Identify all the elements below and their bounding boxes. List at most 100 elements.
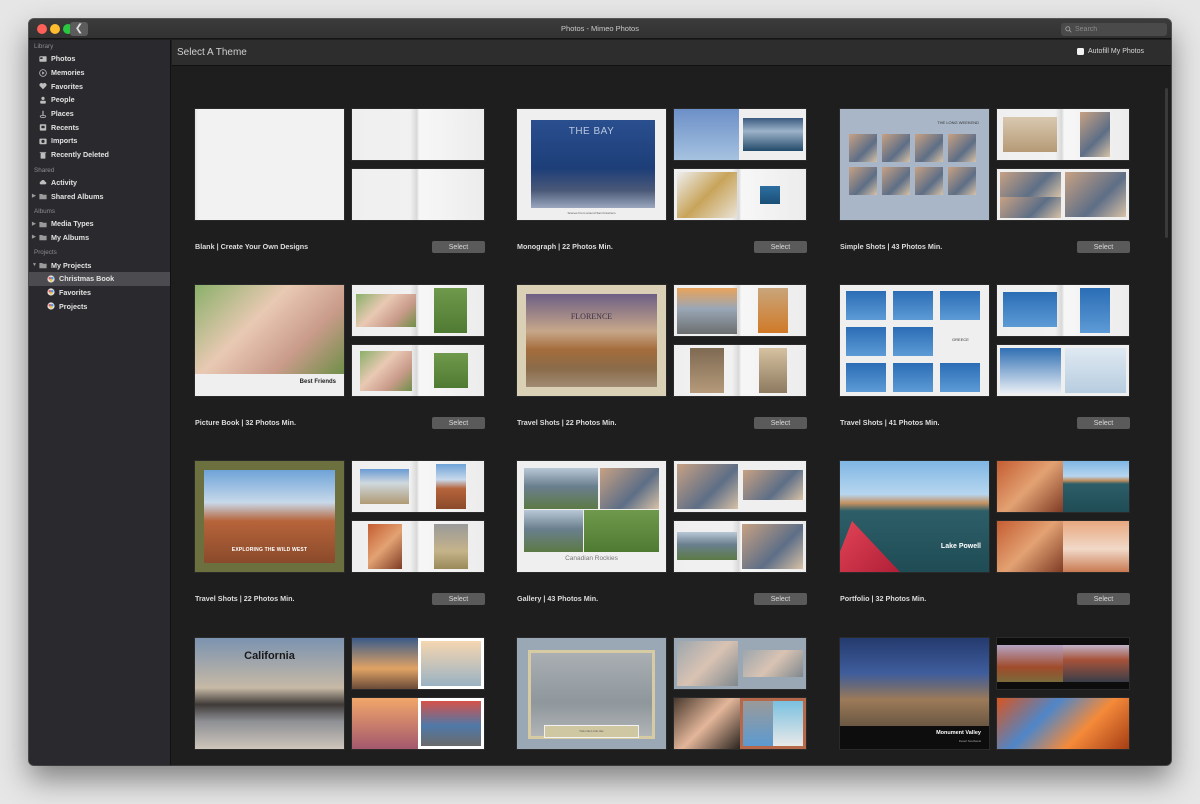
theme-cover-preview[interactable]: Best Friends	[195, 285, 344, 396]
sidebar-item-people[interactable]: People	[29, 93, 170, 107]
select-theme-button[interactable]: Select	[754, 241, 807, 253]
theme-card[interactable]: CaliforniaBig Text | 22 Photos Min.Selec…	[195, 638, 485, 765]
sidebar-item-my-albums[interactable]: ▶ My Albums	[29, 231, 170, 245]
photo-thumbnail	[600, 468, 659, 509]
cover-title: EXPLORING THE WILD WEST	[231, 547, 308, 553]
sidebar-item-photos[interactable]: Photos	[29, 52, 170, 66]
photo-thumbnail	[893, 363, 933, 392]
photo-thumbnail	[360, 351, 412, 391]
sidebar-item-activity[interactable]: Activity	[29, 176, 170, 190]
photo-thumbnail	[1080, 112, 1110, 157]
sidebar-item-recents[interactable]: Recents	[29, 120, 170, 134]
photo-thumbnail	[677, 532, 707, 560]
app-window: ❮ Photos - Mimeo Photos Library Photos Me…	[29, 19, 1171, 765]
sidebar-item-favorites[interactable]: Favorites	[29, 286, 170, 300]
theme-card[interactable]: THE BAY Scenes From around San Francisco M…	[517, 109, 807, 279]
theme-label: Travel Shots | 22 Photos Min.	[517, 418, 617, 427]
theme-spread-preview	[352, 285, 484, 336]
theme-cover-preview[interactable]	[195, 109, 344, 220]
theme-label: Monograph | 22 Photos Min.	[517, 242, 613, 251]
autofill-checkbox[interactable]: Autofill My Photos	[1076, 48, 1144, 55]
photo-thumbnail	[1063, 521, 1129, 572]
theme-card[interactable]: FLORENCE Travel Shots | 22 Photos Min. Sel…	[517, 285, 807, 455]
select-theme-button[interactable]: Select	[754, 593, 807, 605]
select-theme-button[interactable]: Select	[1077, 417, 1130, 429]
photo-thumbnail	[997, 698, 1129, 749]
theme-cover-preview[interactable]: THE BAY Scenes From around San Francisco	[517, 109, 666, 220]
photo-thumbnail	[997, 645, 1063, 682]
theme-cover-preview[interactable]: Welcome Little One	[517, 638, 666, 749]
theme-cover-preview[interactable]: Canadian Rockies	[517, 461, 666, 572]
theme-cover-preview[interactable]: Lake Powell	[840, 461, 989, 572]
photo-thumbnail	[1063, 645, 1129, 682]
theme-spread-preview	[997, 521, 1129, 572]
sidebar-item-memories[interactable]: Memories	[29, 66, 170, 80]
sidebar-item-label: Activity	[51, 177, 77, 187]
theme-card[interactable]: Welcome Little OneJournal | 40 Photos Mi…	[517, 638, 807, 765]
theme-card[interactable]: Blank | Create Your Own Designs Select	[195, 109, 485, 279]
photo-thumbnail	[773, 701, 803, 746]
theme-cover-preview[interactable]: GREECE	[840, 285, 989, 396]
photo-thumbnail	[1000, 197, 1061, 218]
theme-cover-preview[interactable]: California	[195, 638, 344, 749]
memories-icon	[39, 68, 47, 77]
sidebar-item-media-types[interactable]: ▶ Media Types	[29, 217, 170, 231]
disclosure-collapsed-icon[interactable]: ▶	[32, 234, 38, 240]
theme-spread-preview	[352, 345, 484, 396]
select-theme-button[interactable]: Select	[432, 417, 485, 429]
sidebar-item-projects[interactable]: Projects	[29, 299, 170, 313]
photo-thumbnail	[674, 698, 740, 749]
select-theme-button[interactable]: Select	[1077, 593, 1130, 605]
sidebar-item-christmas-book[interactable]: Christmas Book	[29, 271, 170, 286]
theme-label: Gallery | 43 Photos Min.	[517, 594, 599, 603]
theme-card[interactable]: Canadian Rockies Gallery | 43 Photos Min.…	[517, 461, 807, 631]
search-field[interactable]	[1061, 23, 1167, 36]
photo-thumbnail	[1063, 461, 1129, 512]
photo-thumbnail	[1000, 348, 1061, 393]
sidebar-item-favorites[interactable]: Favorites	[29, 79, 170, 93]
photo-thumbnail	[1065, 348, 1126, 393]
sidebar-item-my-projects[interactable]: ▼ My Projects	[29, 258, 170, 272]
theme-card[interactable]: Best Friends Picture Book | 32 Photos Min…	[195, 285, 485, 455]
heart-icon	[39, 82, 47, 90]
select-theme-button[interactable]: Select	[432, 241, 485, 253]
search-input[interactable]	[1075, 26, 1165, 33]
autofill-label: Autofill My Photos	[1087, 48, 1144, 55]
sidebar-item-places[interactable]: Places	[29, 107, 170, 121]
disclosure-collapsed-icon[interactable]: ▶	[32, 193, 38, 199]
checkbox-box[interactable]	[1076, 48, 1084, 55]
theme-card[interactable]: EXPLORING THE WILD WEST Travel Shots | 22…	[195, 461, 485, 631]
photo-thumbnail	[893, 291, 933, 320]
photo-thumbnail	[840, 638, 989, 726]
theme-cover-preview[interactable]: Monument Valley Desert Southwest	[840, 638, 989, 749]
photos-icon	[39, 55, 47, 63]
photo-thumbnail	[1000, 172, 1061, 197]
theme-spread-preview	[352, 461, 484, 512]
theme-cover-preview[interactable]: THE LONG WEEKEND	[840, 109, 989, 220]
sidebar-item-imports[interactable]: Imports	[29, 134, 170, 148]
theme-cover-preview[interactable]: EXPLORING THE WILD WEST	[195, 461, 344, 572]
theme-card[interactable]: Lake Powell Portfolio | 32 Photos Min. Sel…	[840, 461, 1130, 631]
select-theme-button[interactable]: Select	[1077, 241, 1130, 253]
sidebar-item-shared-albums[interactable]: ▶ Shared Albums	[29, 189, 170, 203]
pin-icon	[39, 110, 47, 118]
theme-card[interactable]: THE LONG WEEKEND Simple Shots | 43 Photos…	[840, 109, 1130, 279]
theme-spread-preview	[997, 169, 1129, 220]
select-theme-button[interactable]: Select	[754, 417, 807, 429]
theme-card[interactable]: GREECE Travel Shots | 41 Photos Min. Selec…	[840, 285, 1130, 455]
theme-label: Picture Book | 32 Photos Min.	[195, 418, 297, 427]
disclosure-expanded-icon[interactable]: ▼	[32, 262, 38, 268]
vertical-scrollbar[interactable]	[1165, 88, 1168, 238]
disclosure-collapsed-icon[interactable]: ▶	[32, 221, 38, 227]
sidebar-item-recently-deleted[interactable]: Recently Deleted	[29, 148, 170, 162]
theme-spread-preview	[997, 638, 1129, 689]
photo-thumbnail	[760, 186, 780, 204]
main-content: Select A Theme Autofill My Photos Blank …	[172, 40, 1171, 765]
theme-card[interactable]: Monument ValleyDesert SouthwestPicture B…	[840, 638, 1130, 765]
project-icon	[47, 302, 55, 310]
photo-thumbnail	[846, 363, 886, 392]
select-theme-button[interactable]: Select	[432, 593, 485, 605]
theme-cover-preview[interactable]: FLORENCE	[517, 285, 666, 396]
folder-icon	[39, 192, 47, 200]
photo-thumbnail	[758, 288, 788, 333]
